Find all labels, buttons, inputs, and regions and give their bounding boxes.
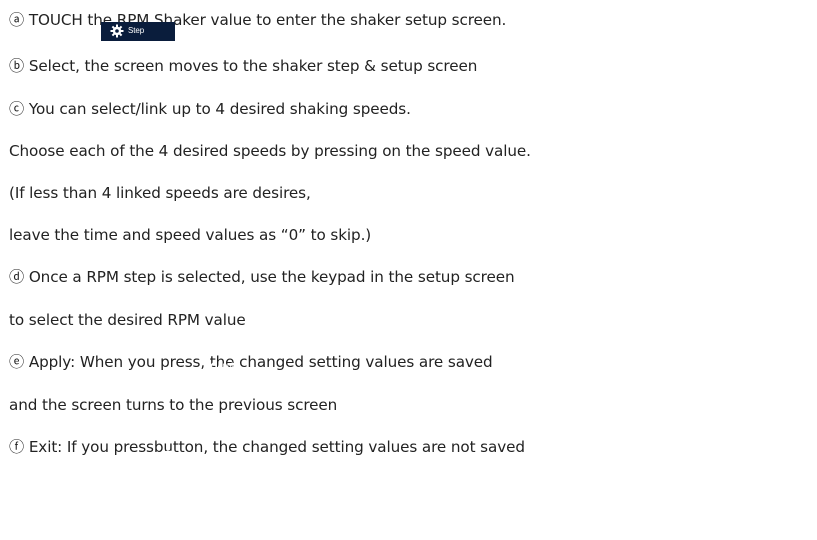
step-c-line-2: Choose each of the 4 desired speeds by p… [9, 141, 531, 161]
step-button-image: Step [101, 22, 175, 41]
step-c-note-1: (If less than 4 linked speeds are desire… [9, 184, 311, 202]
step-button-label: Step [128, 26, 145, 35]
exit-button-label: Exit [183, 452, 197, 461]
step-c-note-2: leave the time and speed values as “0” t… [9, 226, 372, 244]
return-arrow-icon [164, 449, 179, 466]
step-e-prefix: ⓔ Apply: When you press [9, 353, 201, 371]
step-e-detail: and the screen turns to the previous scr… [9, 396, 338, 414]
step-c: ⓒ You can select/link up to 4 desired sh… [9, 100, 411, 118]
step-e-line-2: and the screen turns to the previous scr… [9, 395, 337, 415]
gear-icon [110, 24, 124, 40]
step-d: ⓓ Once a RPM step is selected, use the k… [9, 268, 515, 286]
step-b-text: ⓑ Select, the screen moves to the shaker… [9, 22, 478, 76]
step-c-line-4: leave the time and speed values as “0” t… [9, 225, 371, 245]
step-c-text: ⓒ You can select/link up to 4 desired sh… [9, 99, 411, 119]
step-e-text: ⓔ Apply: When you press Apply, the change… [9, 352, 493, 372]
step-b-suffix: , the screen moves to the shaker step & … [75, 57, 478, 75]
checkmark-icon [203, 361, 216, 373]
step-b-prefix: ⓑ Select [9, 57, 76, 75]
step-f-prefix: ⓕ Exit: If you press [9, 438, 154, 456]
step-d-detail: to select the desired RPM value [9, 311, 246, 329]
step-a-text: ⓐ TOUCH the RPM Shaker value to enter th… [9, 10, 506, 30]
step-d-line-2: to select the desired RPM value [9, 310, 246, 330]
step-f-suffix: button, the changed setting values are n… [153, 438, 525, 456]
step-c-line-3: (If less than 4 linked speeds are desire… [9, 183, 311, 203]
step-e-suffix: , the changed setting values are saved [200, 353, 493, 371]
step-c-detail: Choose each of the 4 desired speeds by p… [9, 142, 531, 160]
step-f-text: ⓕ Exit: If you press Exit button, the chan… [9, 437, 525, 463]
step-a: ⓐ TOUCH the RPM Shaker value to enter th… [9, 11, 507, 29]
step-d-text: ⓓ Once a RPM step is selected, use the k… [9, 267, 515, 287]
apply-button-label: Apply [217, 361, 237, 370]
